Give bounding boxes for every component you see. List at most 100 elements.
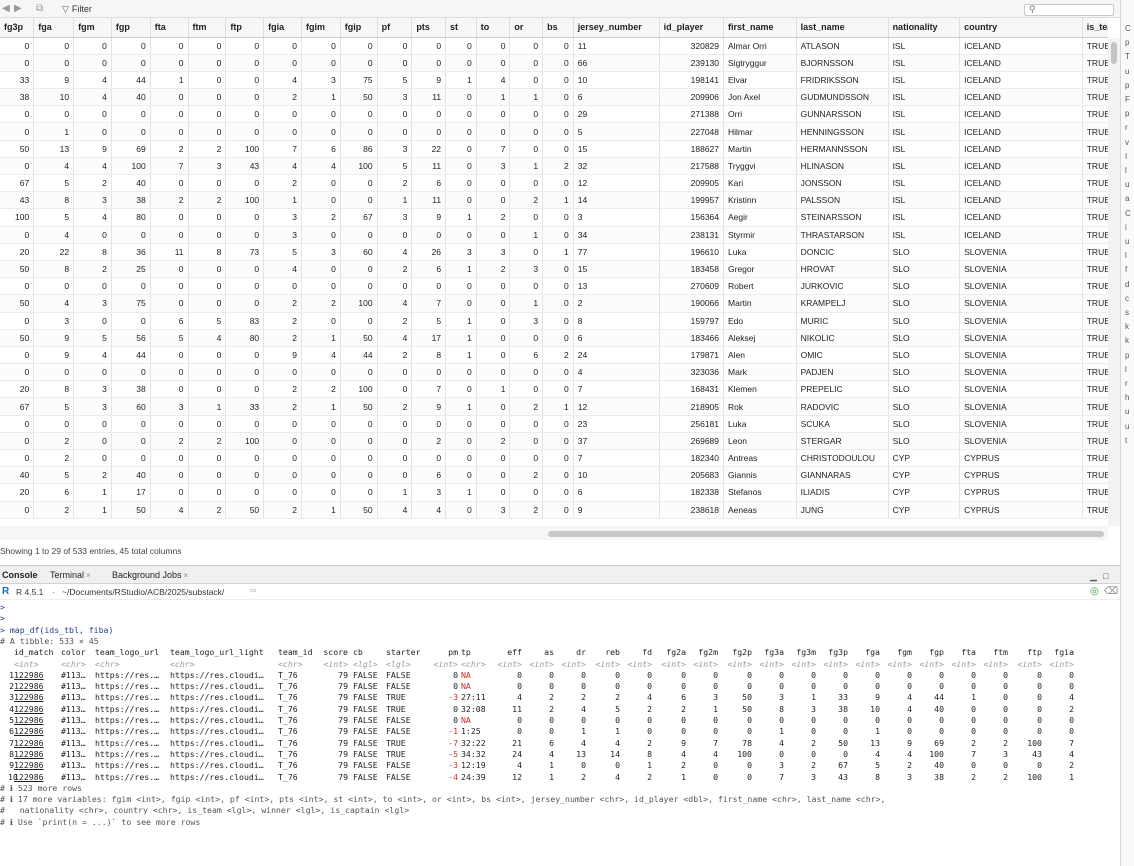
popout-icon[interactable]: ⧉ [36,3,43,15]
console-cell: 1 [1069,771,1074,782]
console-cell: 0 [747,715,752,725]
table-row[interactable]: 20 8 3 38 0 0 0 2 2 100 0 7 0 1 0 0 7 168431 Klemen PREPELI… [0,380,1108,399]
console-cell: 0 [549,726,554,737]
table-row[interactable]: 40 5 2 40 0 0 0 0 0 0 0 6 0 0 2 0 10 205683 Giannis GIANNAR… [0,466,1108,485]
table-row[interactable]: 0 0 0 0 0 0 0 0 0 0 0 0 0 0 0 0 4 323036 Mark PADJEN SLO SLOV… [0,363,1108,382]
tab-console[interactable]: Console [0,566,40,584]
table-cell: 4 [73,346,112,365]
table-cell: 0 [377,415,413,433]
table-row[interactable]: 0 4 4 100 7 3 43 4 4 100 5 11 0 3 1 2 32 217588 Tryggvi HLI… [0,157,1108,176]
table-row[interactable]: 50 8 2 25 0 0 0 4 0 0 2 6 1 2 3 0 15 183458 Gregor HROVAT SL… [0,260,1108,279]
table-cell: ICELAND [959,88,1083,107]
table-row[interactable]: 50 4 3 75 0 0 0 2 2 100 4 7 0 0 1 0 2 190066 Martin KRAMPEL… [0,294,1108,313]
table-cell: 323036 [659,363,725,382]
console-cell: 78 [742,737,752,748]
column-header[interactable]: bs [542,18,574,38]
console-cell: <int> [855,658,880,669]
table-row[interactable]: 0 2 1 50 4 2 50 2 1 50 4 4 0 3 2 0 9 238618 Aeneas JUNG CYP C… [0,501,1108,519]
table-row[interactable]: 0 0 0 0 0 0 0 0 0 0 0 0 0 0 0 0 29 271388 Orri GUNNARSSON IS… [0,105,1108,124]
close-icon[interactable]: × [184,571,189,580]
horizontal-scrollbar[interactable] [0,526,1108,540]
table-row[interactable]: 0 0 0 0 0 0 0 0 0 0 0 0 0 0 0 0 11 320829 Almar Orri ATLASO… [0,37,1108,55]
table-cell: 0 [411,54,447,72]
filter-button[interactable]: ▽ Filter [58,2,96,16]
console-output[interactable]: > > > map_df(ids_tbl, fiba) # A tibble: 533… [0,600,1120,866]
table-cell: 0 [225,105,265,124]
vertical-scrollbar[interactable] [1108,38,1120,526]
table-row[interactable]: 67 5 2 40 0 0 0 2 0 0 2 6 0 0 0 0 12 209905 Kari JONSSON ISL… [0,174,1108,193]
table-row[interactable]: 0 4 0 0 0 0 0 3 0 0 0 0 0 0 1 0 34 238131 Styrmir THRASTARS… [0,226,1108,244]
goto-directory-icon[interactable]: ⇨ [250,586,257,595]
table-cell: Martin [723,294,797,313]
table-cell: HLINASON [796,157,889,176]
table-cell: 20 [0,380,35,399]
column-header[interactable]: ftm [188,18,227,38]
column-header[interactable]: fta [150,18,189,38]
console-cell: 2 [971,737,976,748]
column-header[interactable]: fgip [340,18,378,38]
column-header[interactable]: id_player [659,18,725,38]
console-cell: fg3p [828,647,848,658]
table-row[interactable]: 0 1 0 0 0 0 0 0 0 0 0 0 0 0 0 0 5 227048 Hilmar HENNINGSSON… [0,122,1108,141]
table-row[interactable]: 20 6 1 17 0 0 0 0 0 0 1 3 1 0 0 0 6 182338 Stefanos ILIADIS… [0,483,1108,502]
column-header[interactable]: jersey_number [573,18,660,38]
tab-background-jobs[interactable]: Background Jobs × [110,566,190,584]
table-row[interactable]: 0 2 0 0 0 0 0 0 0 0 0 0 0 0 0 0 7 182340 Antreas CHRISTODOU… [0,449,1108,468]
table-row[interactable]: 20 22 8 36 11 8 73 5 3 60 4 26 3 3 0 1 77 196610 Luka DONCI… [0,243,1108,261]
table-cell: 0 [111,432,151,451]
console-cell: 1 [875,726,880,737]
column-header[interactable]: nationality [888,18,961,38]
column-header[interactable]: fga [33,18,75,38]
table-row[interactable]: 33 9 4 44 1 0 0 4 3 75 5 9 1 4 0 0 10 198141 Elvar FRIDRIKS… [0,71,1108,90]
column-header[interactable]: fg3p [0,18,35,38]
truncated-text: u [1125,407,1130,417]
search-box[interactable]: ⚲ [1024,4,1114,16]
search-input[interactable] [1039,5,1111,15]
horizontal-scroll-thumb[interactable] [548,531,1104,537]
table-cell: JURKOVIC [796,277,889,296]
table-cell: 6 [573,483,660,502]
forward-arrow-icon[interactable]: ▶ [14,3,22,15]
close-icon[interactable]: × [86,571,91,580]
filter-label: Filter [71,4,92,14]
table-row[interactable]: 0 0 0 0 0 0 0 0 0 0 0 0 0 0 0 0 13 270609 Robert JURKOVIC SL… [0,277,1108,296]
table-row[interactable]: 50 13 9 69 2 2 100 7 6 86 3 22 0 7 0 0 15 188627 Martin HER… [0,140,1108,158]
column-header[interactable]: ftp [225,18,265,38]
column-header[interactable]: to [476,18,511,38]
clear-console-icon[interactable]: ⌫ [1104,586,1118,597]
table-row[interactable]: 43 8 3 38 2 2 100 1 0 0 1 11 0 0 2 1 14 199957 Kristinn PAL… [0,191,1108,210]
console-cell: 0 [747,726,752,737]
column-header[interactable]: fgim [301,18,341,38]
vertical-scroll-thumb[interactable] [1111,42,1117,64]
working-directory[interactable]: ~/Documents/RStudio/ACB/2025/substack/ [62,587,224,597]
column-header[interactable]: fgp [111,18,151,38]
table-cell: 0 [0,501,35,519]
column-header[interactable]: pf [377,18,413,38]
table-row[interactable]: 67 5 3 60 3 1 33 2 1 50 2 9 1 0 2 1 12 218905 Rok RADOVIC SL… [0,397,1108,416]
table-row[interactable]: 38 10 4 40 0 0 0 2 1 50 3 11 0 1 1 0 6 209906 Jon Axel GUDM… [0,88,1108,107]
column-header[interactable]: is_team [1082,18,1108,38]
column-header[interactable]: or [509,18,544,38]
column-header[interactable]: fgia [263,18,302,38]
maximize-icon[interactable]: □ [1103,571,1108,581]
column-header[interactable]: first_name [723,18,797,38]
table-row[interactable]: 50 9 5 56 5 4 80 2 1 50 4 17 1 0 0 0 6 183466 Aleksej NIKOL… [0,329,1108,347]
table-cell: 0 [542,466,574,485]
console-cell: -3 [448,760,458,771]
table-row[interactable]: 100 5 4 80 0 0 0 3 2 67 3 9 1 2 0 0 3 156364 Aegir STEINARS… [0,208,1108,227]
tab-terminal[interactable]: Terminal × [48,566,93,584]
back-arrow-icon[interactable]: ◀ [2,3,10,15]
table-row[interactable]: 0 3 0 0 6 5 83 2 0 0 2 5 1 0 3 0 8 159797 Edo MURIC SLO SLOVE… [0,312,1108,330]
column-header[interactable]: pts [411,18,447,38]
table-row[interactable]: 0 0 0 0 0 0 0 0 0 0 0 0 0 0 0 0 23 256181 Luka SCUKA SLO SLOV… [0,415,1108,433]
table-row[interactable]: 0 2 0 0 2 2 100 0 0 0 0 2 0 2 0 0 37 269689 Leon STERGAR SLO… [0,432,1108,451]
table-row[interactable]: 0 0 0 0 0 0 0 0 0 0 0 0 0 0 0 0 66 239130 Sigtryggur BJORNS… [0,54,1108,72]
column-header[interactable]: last_name [796,18,889,38]
column-header[interactable]: st [445,18,477,38]
console-cell: 0 [713,760,718,771]
table-cell: 182340 [659,449,725,468]
table-row[interactable]: 0 9 4 44 0 0 0 9 4 44 2 8 1 0 6 2 24 179871 Alen OMIC SLO SLO… [0,346,1108,365]
column-header[interactable]: fgm [73,18,112,38]
column-header[interactable]: country [959,18,1083,38]
minimize-icon[interactable]: ▁ [1090,571,1097,582]
